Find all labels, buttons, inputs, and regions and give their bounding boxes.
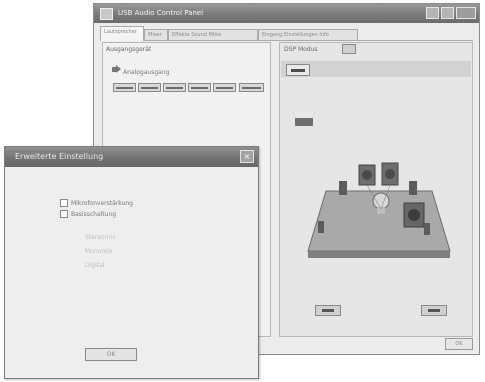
- side-right-speaker-icon: [409, 181, 417, 195]
- toolbar-button-4[interactable]: [188, 83, 211, 92]
- main-titlebar[interactable]: USB Audio Control Panel: [94, 4, 479, 23]
- dsp-mode-header: DSP Modus: [284, 46, 318, 53]
- tab-effekte[interactable]: Effekte Sound Mitte: [168, 29, 258, 40]
- toolbar-button-2[interactable]: [138, 83, 161, 92]
- speaker-stage-diagram: [307, 162, 451, 258]
- tab-label: Effekte Sound Mitte: [172, 32, 222, 38]
- checkbox-label: Basisschaltung: [71, 211, 117, 218]
- test-left-button[interactable]: [315, 305, 341, 316]
- tab-bar: Lautsprecher Mixer Effekte Sound Mitte E…: [100, 26, 473, 41]
- rear-right-speaker-icon: [424, 223, 430, 235]
- sub-option: Digital: [85, 262, 105, 269]
- toolbar-button-1[interactable]: [113, 83, 136, 92]
- stage-edge: [308, 251, 450, 258]
- tab-label: Lautsprecher: [104, 29, 137, 35]
- sub-option: Monomix: [85, 248, 113, 255]
- side-left-speaker-icon: [339, 181, 347, 195]
- ok-button[interactable]: OK: [85, 348, 137, 361]
- toolbar-button-6[interactable]: [239, 83, 264, 92]
- listener-position-widget[interactable]: [295, 118, 313, 126]
- window-title: USB Audio Control Panel: [118, 9, 204, 17]
- toolbar-button-3[interactable]: [163, 83, 186, 92]
- checkbox-basis[interactable]: [60, 210, 68, 218]
- subwoofer-cone: [408, 209, 420, 221]
- close-icon[interactable]: ×: [240, 150, 254, 163]
- main-ok-label: OK: [455, 341, 463, 347]
- speaker-icon: [112, 65, 121, 73]
- dsp-mode-dropdown-button[interactable]: [342, 44, 356, 54]
- front-left-cone: [362, 170, 372, 180]
- output-device-item[interactable]: Analogausgang: [123, 69, 169, 76]
- listener-head-icon: [372, 192, 390, 210]
- output-device-header: Ausgangsgerät: [106, 46, 152, 53]
- tab-label: Mixer: [148, 32, 162, 38]
- tab-eingang[interactable]: Eingang Einstellungen Info: [258, 29, 358, 40]
- minimize-button[interactable]: [426, 7, 439, 19]
- front-right-cone: [385, 169, 395, 179]
- checkbox-mikrofon[interactable]: [60, 199, 68, 207]
- advanced-settings-dialog: Erweiterte Einstellung × Mikrofonverstär…: [4, 146, 259, 379]
- main-ok-button[interactable]: OK: [445, 338, 473, 350]
- tab-label: Eingang Einstellungen Info: [262, 32, 329, 38]
- close-button[interactable]: [456, 7, 476, 19]
- sub-option: Stereomix: [85, 234, 116, 241]
- toolbar-button-5[interactable]: [213, 83, 236, 92]
- tab-mixer[interactable]: Mixer: [144, 29, 168, 40]
- listener-body: [377, 207, 385, 214]
- dsp-mode-panel: DSP Modus: [279, 42, 473, 337]
- test-right-button[interactable]: [421, 305, 447, 316]
- maximize-button[interactable]: [441, 7, 454, 19]
- dialog-titlebar[interactable]: Erweiterte Einstellung ×: [5, 147, 258, 167]
- dialog-title: Erweiterte Einstellung: [15, 152, 104, 161]
- tab-lautsprecher[interactable]: Lautsprecher: [100, 26, 144, 41]
- rear-left-speaker-icon: [318, 221, 324, 233]
- dsp-mode-indicator[interactable]: [286, 64, 310, 76]
- app-icon: [100, 8, 113, 20]
- checkbox-label: Mikrofonverstärkung: [71, 200, 133, 207]
